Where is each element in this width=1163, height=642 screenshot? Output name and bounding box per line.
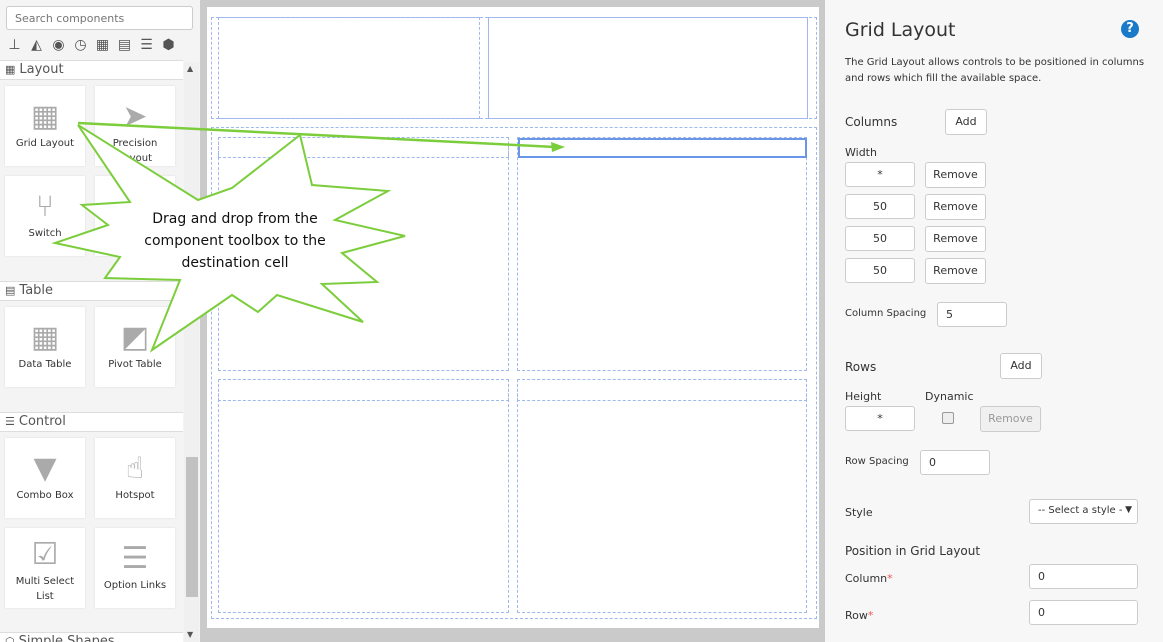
drag-arrow-line [77, 121, 556, 149]
annotation-overlay [51, 121, 565, 353]
drag-arrow-head [551, 142, 565, 152]
callout-text: Drag and drop from the component toolbox… [144, 211, 326, 271]
